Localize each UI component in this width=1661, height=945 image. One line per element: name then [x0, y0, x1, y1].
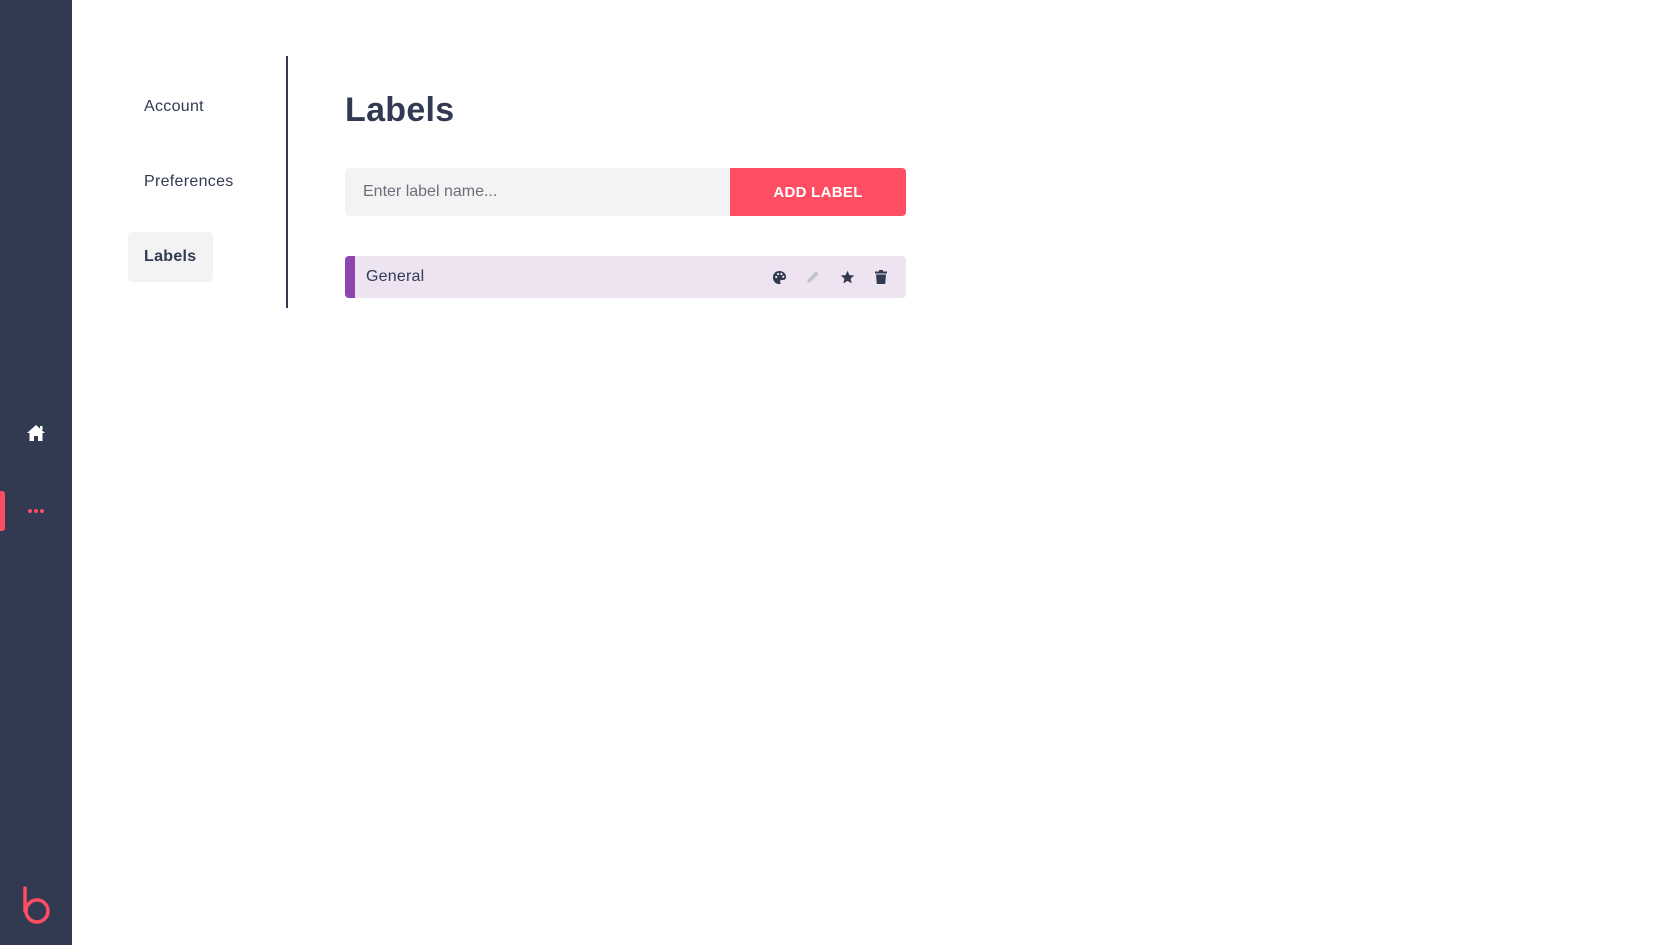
label-name: General: [366, 268, 425, 285]
palette-icon: [772, 270, 786, 284]
label-item-general: General: [345, 256, 906, 298]
settings-nav-item-preferences[interactable]: Preferences: [128, 157, 250, 207]
label-name-input[interactable]: [345, 168, 730, 216]
label-actions: [762, 256, 898, 298]
edit-label-button[interactable]: [796, 260, 830, 294]
rail-home-button[interactable]: [0, 413, 72, 453]
left-rail: [0, 0, 72, 945]
add-label-button[interactable]: ADD LABEL: [730, 168, 906, 216]
add-label-form: ADD LABEL: [345, 168, 906, 216]
trash-icon: [875, 270, 887, 284]
main-content: Labels ADD LABEL General: [345, 80, 906, 298]
pencil-icon: [807, 271, 819, 283]
home-icon: [27, 425, 45, 441]
settings-nav-item-labels[interactable]: Labels: [128, 232, 213, 282]
rail-more-button[interactable]: [0, 491, 72, 531]
delete-label-button[interactable]: [864, 260, 898, 294]
favorite-label-button[interactable]: [830, 260, 864, 294]
settings-nav: Account Preferences Labels: [128, 56, 288, 308]
more-dots-icon: [28, 509, 44, 513]
page-title: Labels: [345, 91, 455, 129]
settings-nav-item-account[interactable]: Account: [128, 82, 220, 132]
star-icon: [840, 270, 854, 283]
label-color-indicator: [345, 256, 355, 298]
label-list: General: [345, 256, 906, 298]
app-root: Account Preferences Labels Labels ADD LA…: [0, 0, 1661, 945]
b-logo: [23, 886, 50, 924]
change-color-button[interactable]: [762, 260, 796, 294]
